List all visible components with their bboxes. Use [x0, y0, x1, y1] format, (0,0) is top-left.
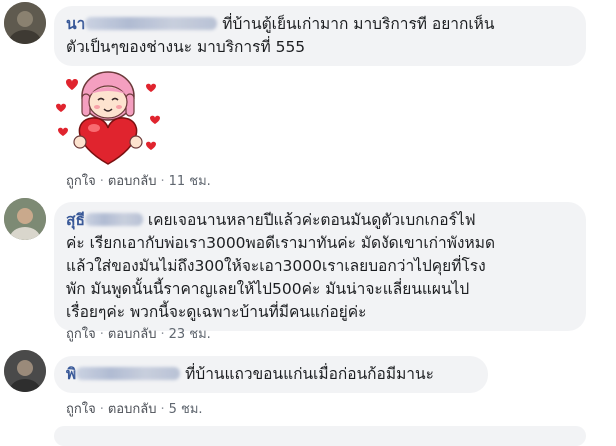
commenter-name[interactable]: นา	[66, 15, 218, 33]
blurred-name	[76, 367, 181, 380]
blurred-name	[84, 213, 143, 226]
comment-timestamp[interactable]: 23 ชม.	[169, 327, 211, 342]
comment-actions: ถูกใจ · ตอบกลับ · 11 ชม.	[66, 170, 211, 191]
comment-bubble: นา ที่บ้านตู้เย็นเก่ามาก มาบริการที อยาก…	[54, 6, 586, 66]
comment-text-line: พัก มันพูดนั้นนี้ราคาญเลยให้ไป500ค่ะ มัน…	[66, 280, 470, 298]
commenter-avatar[interactable]	[4, 198, 46, 240]
like-link[interactable]: ถูกใจ	[66, 174, 96, 189]
comment-actions: ถูกใจ · ตอบกลับ · 5 ชม.	[66, 398, 203, 419]
reply-link[interactable]: ตอบกลับ	[108, 174, 157, 189]
commenter-avatar[interactable]	[4, 350, 46, 392]
separator-dot: ·	[160, 327, 165, 342]
comment-text-line: แล้วใส่ของมันไม่ถึง300ให้จะเอา3000เราเลย…	[66, 257, 486, 275]
comment-text-line: ที่บ้านแถวขอนแก่นเมื่อก่อนก้อมีมานะ	[185, 365, 434, 383]
comment-bubble: สุธี เคยเจอนานหลายปีแล้วค่ะตอนมันดูตัวเบ…	[54, 202, 586, 331]
separator-dot: ·	[160, 174, 165, 189]
like-link[interactable]: ถูกใจ	[66, 327, 96, 342]
commenter-name[interactable]: พิ	[66, 365, 181, 383]
commenter-name[interactable]: สุธี	[66, 211, 143, 229]
separator-dot: ·	[160, 402, 165, 417]
comment-bubble: พิ ที่บ้านแถวขอนแก่นเมื่อก่อนก้อมีมานะ	[54, 356, 488, 393]
comment-actions: ถูกใจ · ตอบกลับ · 23 ชม.	[66, 323, 211, 344]
commenter-avatar[interactable]	[4, 2, 46, 44]
comment-text-line: ค่ะ เรียกเอากับพ่อเรา3000พอดีเรามาทันค่ะ…	[66, 234, 496, 252]
separator-dot: ·	[99, 402, 104, 417]
comment-text-line: เคยเจอนานหลายปีแล้วค่ะตอนมันดูตัวเบกเกอร…	[147, 211, 476, 229]
reply-link[interactable]: ตอบกลับ	[108, 327, 157, 342]
separator-dot: ·	[99, 327, 104, 342]
separator-dot: ·	[99, 174, 104, 189]
comment-text-line: ที่บ้านตู้เย็นเก่ามาก มาบริการที อยากเห็…	[222, 15, 495, 33]
comment-text-line: เรื่อยๆค่ะ พวกนี้จะดูเฉพาะบ้านที่มีคนแก่…	[66, 303, 367, 321]
next-comment-bubble	[54, 426, 586, 446]
like-link[interactable]: ถูกใจ	[66, 402, 96, 417]
comment-text-line: ตัวเป็นๆของช่างนะ มาบริการที่ 555	[66, 38, 306, 56]
blurred-name	[85, 17, 218, 30]
reply-link[interactable]: ตอบกลับ	[108, 402, 157, 417]
comment-timestamp[interactable]: 11 ชม.	[169, 174, 211, 189]
girl-holding-heart-sticker	[56, 71, 160, 165]
comment-timestamp[interactable]: 5 ชม.	[169, 402, 203, 417]
